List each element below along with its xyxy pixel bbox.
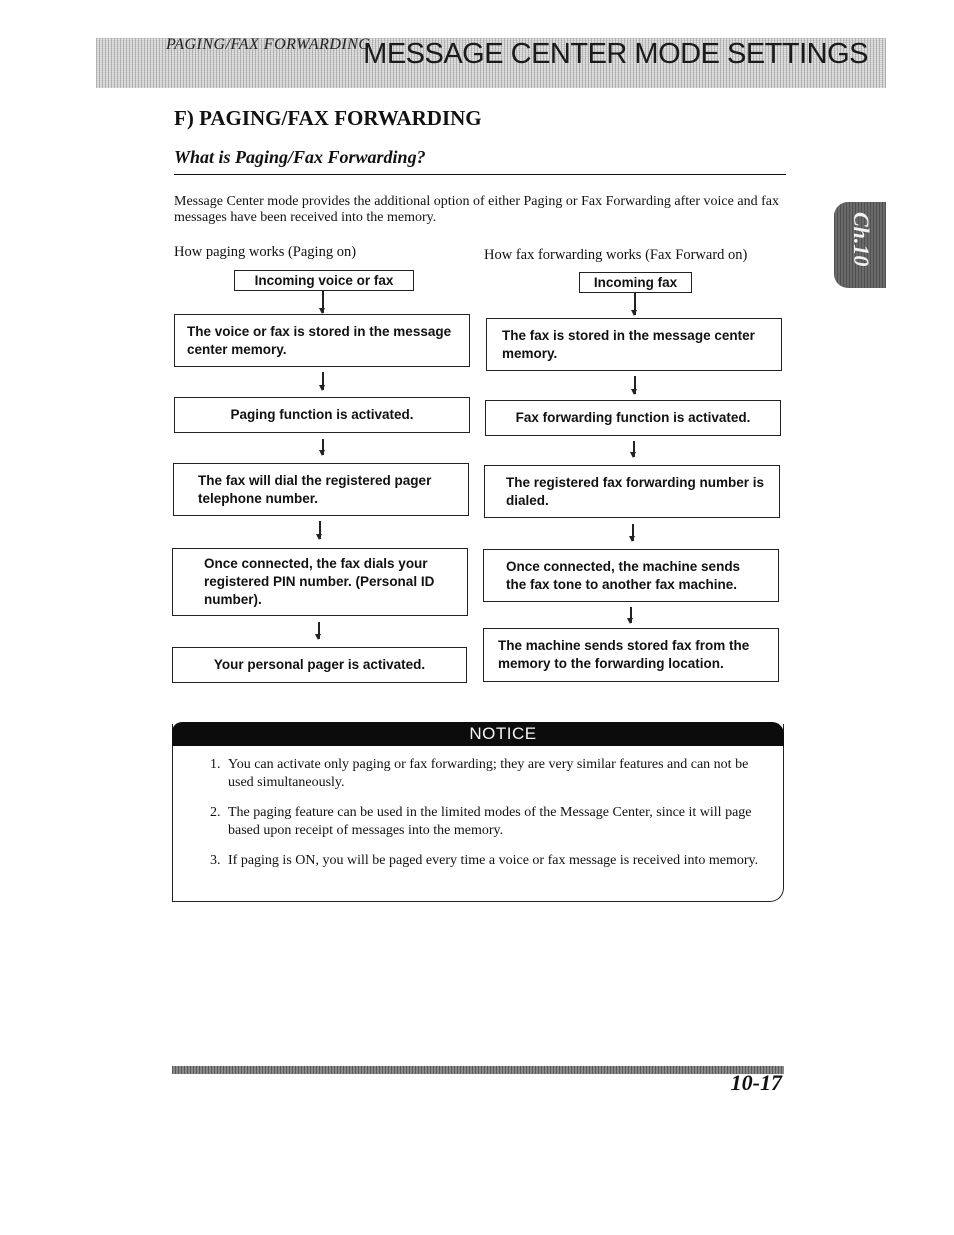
arrow-down-icon <box>631 293 637 316</box>
step-text: Fax forwarding function is activated. <box>515 410 751 425</box>
fax-step-1: Incoming fax <box>579 272 692 293</box>
header-banner: PAGING/FAX FORWARDING MESSAGE CENTER MOD… <box>96 36 886 88</box>
step-text: Paging function is activated. <box>230 407 414 422</box>
arrow-down-icon <box>629 524 635 542</box>
arrow-down-icon <box>627 607 633 624</box>
fax-step-3: Fax forwarding function is activated. <box>485 400 781 436</box>
arrow-down-icon <box>630 441 636 458</box>
arrow-down-icon <box>316 521 322 540</box>
paging-step-1: Incoming voice or fax <box>234 270 414 291</box>
paging-step-4: The fax will dial the registered pager t… <box>173 463 469 516</box>
notice-item: 2. The paging feature can be used in the … <box>210 804 770 840</box>
section-heading: F) PAGING/FAX FORWARDING <box>174 106 482 130</box>
step-text: The voice or fax is stored in the messag… <box>187 323 452 357</box>
notice-header: NOTICE <box>172 722 784 746</box>
heading-rule <box>174 174 786 175</box>
header-section-label: PAGING/FAX FORWARDING <box>166 36 371 53</box>
arrow-down-icon <box>319 372 325 391</box>
step-text: The fax is stored in the message center … <box>502 327 755 361</box>
step-text: Your personal pager is activated. <box>213 657 426 672</box>
fax-step-4: The registered fax forwarding number is … <box>484 465 780 518</box>
intro-paragraph: Message Center mode provides the additio… <box>174 194 779 225</box>
step-text: Once connected, the fax dials your regis… <box>204 556 435 607</box>
fax-forward-caption: How fax forwarding works (Fax Forward on… <box>484 247 748 263</box>
paging-step-6: Your personal pager is activated. <box>172 647 467 683</box>
notice-title: NOTICE <box>469 724 537 743</box>
step-text: Incoming fax <box>593 274 678 290</box>
paging-step-5: Once connected, the fax dials your regis… <box>172 548 468 616</box>
arrow-down-icon <box>319 439 325 456</box>
notice-item: 3. If paging is ON, you will be paged eve… <box>210 852 770 870</box>
subsection-heading: What is Paging/Fax Forwarding? <box>174 147 426 167</box>
notice-item-number: 3. <box>210 853 221 868</box>
fax-step-6: The machine sends stored fax from the me… <box>483 628 779 682</box>
step-text: The machine sends stored fax from the me… <box>498 638 750 671</box>
notice-item-text: The paging feature can be used in the li… <box>228 805 752 838</box>
page-number: 10-17 <box>730 1070 782 1095</box>
notice-item-number: 2. <box>210 805 221 820</box>
arrow-down-icon <box>631 376 637 395</box>
header-title: MESSAGE CENTER MODE SETTINGS <box>363 38 868 70</box>
step-text: The fax will dial the registered pager t… <box>198 472 432 506</box>
step-text: The registered fax forwarding number is … <box>506 474 765 508</box>
notice-item: 1. You can activate only paging or fax fo… <box>210 756 770 792</box>
fax-step-2: The fax is stored in the message center … <box>486 318 782 371</box>
step-text: Once connected, the machine sends the fa… <box>506 558 741 592</box>
fax-step-5: Once connected, the machine sends the fa… <box>483 549 779 602</box>
footer-rule <box>172 1066 784 1074</box>
chapter-tab: Ch.10 <box>834 202 886 288</box>
paging-step-3: Paging function is activated. <box>174 397 470 433</box>
notice-list: 1. You can activate only paging or fax fo… <box>210 756 770 882</box>
paging-step-2: The voice or fax is stored in the messag… <box>174 314 470 367</box>
paging-caption: How paging works (Paging on) <box>174 244 357 260</box>
arrow-down-icon <box>315 622 321 640</box>
notice-item-text: You can activate only paging or fax forw… <box>228 757 749 790</box>
arrow-down-icon <box>319 291 325 314</box>
notice-item-number: 1. <box>210 757 221 772</box>
chapter-tab-label: Ch.10 <box>849 212 874 267</box>
notice-item-text: If paging is ON, you will be paged every… <box>228 853 759 868</box>
step-text: Incoming voice or fax <box>254 272 394 288</box>
